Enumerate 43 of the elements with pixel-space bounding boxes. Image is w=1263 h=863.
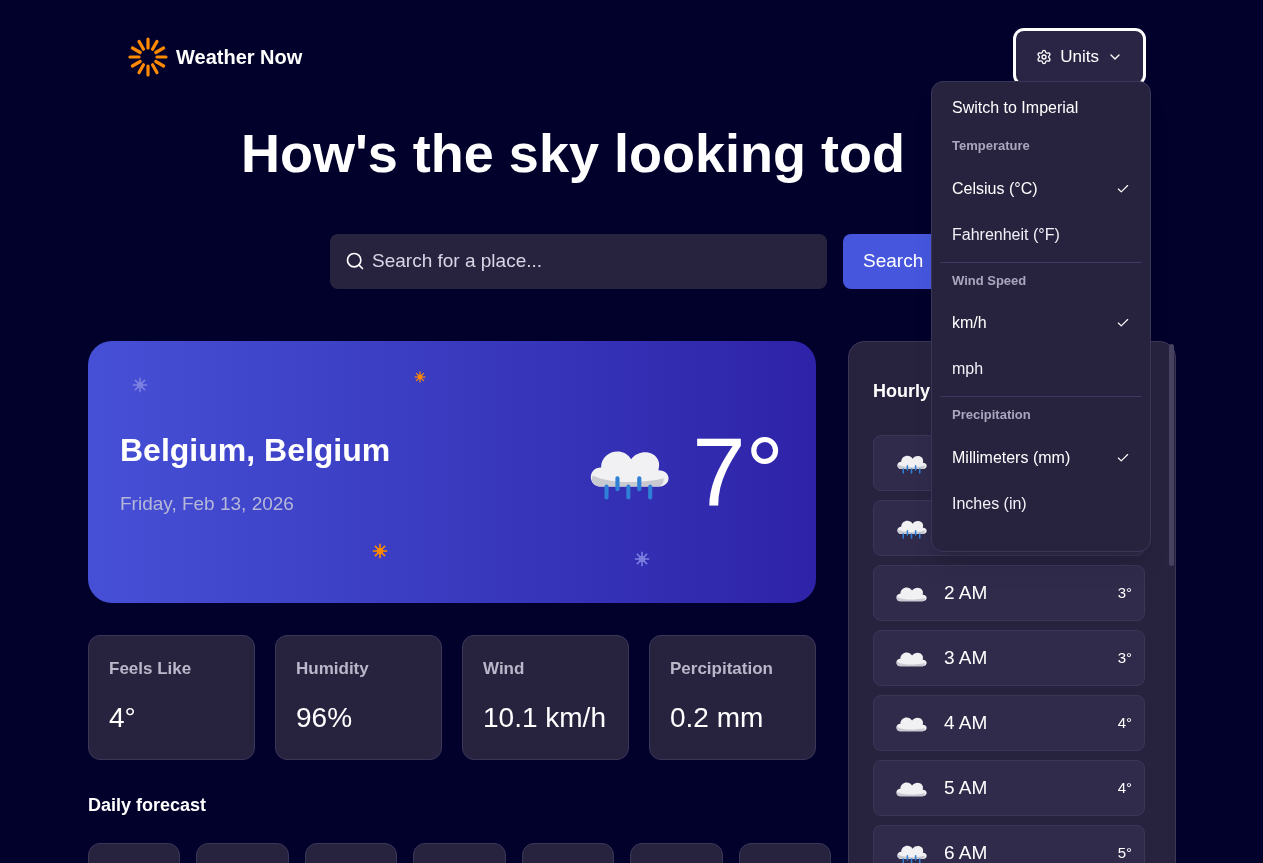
- hour-label: 6 AM: [944, 840, 989, 863]
- units-button[interactable]: Units: [1016, 31, 1143, 83]
- menu-option[interactable]: mph: [940, 346, 1142, 392]
- menu-item[interactable]: Switch to Imperial: [940, 90, 1142, 128]
- sparkle-icon: [414, 370, 426, 383]
- hour-temperature: 3°: [1117, 582, 1132, 603]
- hour-label: 4 AM: [944, 710, 989, 735]
- hour-label: 3 AM: [944, 645, 989, 670]
- group-heading: Precipitation: [951, 406, 1032, 424]
- search-field[interactable]: Search for a place...: [330, 233, 827, 289]
- temperature-reading: 7°: [692, 423, 784, 520]
- stat-label: Wind: [483, 657, 526, 680]
- hour-label: 5 AM: [944, 775, 989, 800]
- date-text: Friday, Feb 13, 2026: [120, 491, 295, 516]
- hour-label: 2 AM: [944, 580, 989, 605]
- hour-temperature: 4°: [1117, 777, 1132, 798]
- section-heading: Daily forecast: [88, 793, 208, 817]
- stat-value: 4°: [109, 700, 137, 735]
- search-icon: [345, 250, 365, 271]
- stat-value: 96%: [296, 700, 354, 735]
- sparkle-icon: [634, 550, 650, 567]
- location-name: Belgium, Belgium: [120, 430, 391, 470]
- hour-temperature: 3°: [1117, 647, 1132, 668]
- sparkle-icon: [132, 376, 148, 393]
- app-title: Weather Now: [176, 45, 303, 70]
- group-heading: Temperature: [951, 137, 1031, 155]
- menu-option[interactable]: Celsius (°C): [940, 165, 1142, 212]
- stat-value: 10.1 km/h: [483, 700, 607, 735]
- stat-label: Percipitation: [670, 657, 774, 680]
- sun-logo-icon: [128, 37, 168, 77]
- hero-heading: How's the sky looking tod: [241, 122, 905, 185]
- stat-value: 0.2 mm: [670, 700, 765, 735]
- hour-temperature: 5°: [1117, 842, 1132, 863]
- hour-temperature: 4°: [1117, 712, 1132, 733]
- check-icon: [1116, 316, 1130, 330]
- stat-label: Humidity: [296, 657, 370, 680]
- menu-option[interactable]: km/h: [940, 300, 1142, 346]
- stat-label: Feels Like: [109, 657, 193, 680]
- settings-icon: [1036, 49, 1053, 65]
- menu-option[interactable]: Inches (in): [940, 480, 1142, 527]
- sparkle-icon: [372, 542, 388, 559]
- section-heading: Hourly: [873, 379, 930, 403]
- menu-option[interactable]: Millimeters (mm): [940, 434, 1142, 481]
